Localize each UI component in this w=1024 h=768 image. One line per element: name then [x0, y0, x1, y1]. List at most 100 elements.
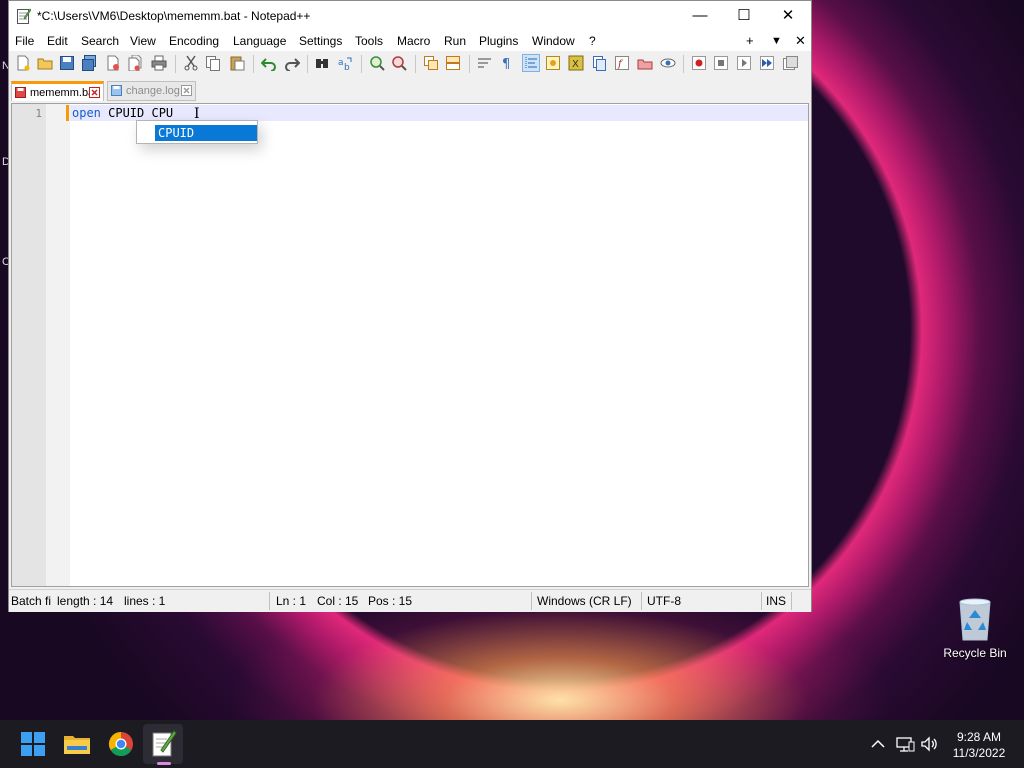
tab-close-icon[interactable]	[181, 85, 192, 96]
code-keyword: open	[72, 106, 101, 120]
menu-window[interactable]: Window	[532, 34, 575, 48]
svg-text:¶: ¶	[502, 57, 510, 71]
minimize-button[interactable]: —	[677, 1, 723, 31]
code-text: CPUID CPU	[100, 106, 181, 120]
recycle-bin-shortcut[interactable]: Recycle Bin	[940, 596, 1010, 666]
code-line[interactable]: open CPUID CPU	[72, 106, 180, 120]
sync-horizontal-icon[interactable]	[445, 55, 461, 71]
clock-date[interactable]: 11/3/2022	[944, 746, 1014, 760]
menu-tools[interactable]: Tools	[355, 34, 383, 48]
zoom-in-icon[interactable]	[369, 55, 385, 71]
status-file-type: Batch fi	[11, 594, 51, 608]
volume-speaker-icon[interactable]	[920, 734, 940, 754]
cut-icon[interactable]	[183, 55, 199, 71]
taskbar: 9:28 AM 11/3/2022	[0, 720, 1024, 768]
save-all-icon[interactable]	[81, 55, 97, 71]
title-bar[interactable]: *C:\Users\VM6\Desktop\mememm.bat - Notep…	[9, 1, 811, 31]
close-all-icon[interactable]	[127, 55, 143, 71]
indent-guide-icon[interactable]	[522, 54, 540, 72]
play-macro-icon[interactable]	[736, 55, 752, 71]
show-hidden-icons-chevron-icon[interactable]	[868, 734, 888, 754]
menu-macro[interactable]: Macro	[397, 34, 430, 48]
menu-view[interactable]: View	[130, 34, 156, 48]
stop-recording-icon[interactable]	[713, 55, 729, 71]
save-icon[interactable]	[59, 55, 75, 71]
tab-mememm-bat[interactable]: mememm.bat	[11, 81, 104, 101]
find-icon[interactable]	[314, 55, 330, 71]
autocomplete-item-cpuid[interactable]: CPUID	[155, 125, 257, 141]
tab-label: change.log	[126, 85, 180, 97]
status-lines: lines : 1	[124, 594, 166, 608]
recycle-bin-icon	[959, 598, 991, 641]
menu-settings[interactable]: Settings	[299, 34, 342, 48]
record-macro-icon[interactable]	[691, 55, 707, 71]
chrome-browser-icon[interactable]	[105, 728, 137, 760]
status-separator	[761, 592, 762, 610]
clock-time[interactable]: 9:28 AM	[944, 730, 1014, 744]
toolbar-separator	[683, 55, 684, 73]
document-map-icon[interactable]: X	[568, 55, 584, 71]
document-list-icon[interactable]	[591, 55, 607, 71]
undo-icon[interactable]	[261, 55, 277, 71]
status-separator	[531, 592, 532, 610]
close-document-icon[interactable]: ✕	[795, 33, 806, 49]
folder-as-workspace-icon[interactable]	[637, 55, 653, 71]
network-icon[interactable]	[895, 734, 915, 754]
line-number-gutter: 1	[12, 104, 46, 586]
toolbar-separator	[469, 55, 470, 73]
replace-icon[interactable]: ab	[337, 55, 353, 71]
toolbar: ab ¶ X f	[9, 51, 811, 77]
file-explorer-icon[interactable]	[61, 728, 93, 760]
function-list-icon[interactable]: f	[614, 55, 630, 71]
tab-change-log[interactable]: change.log	[107, 81, 196, 101]
close-button[interactable]: ✕	[765, 1, 811, 31]
show-all-characters-icon[interactable]: ¶	[499, 55, 515, 71]
menu-edit[interactable]: Edit	[47, 34, 68, 48]
user-defined-language-icon[interactable]	[545, 55, 561, 71]
tab-bar: mememm.bat change.log	[9, 79, 811, 101]
new-tab-plus-icon[interactable]: +	[746, 33, 754, 48]
toolbar-separator	[361, 55, 362, 73]
menu-file[interactable]: File	[15, 34, 34, 48]
toolbar-separator	[253, 55, 254, 73]
zoom-out-icon[interactable]	[391, 55, 407, 71]
run-macro-multiple-icon[interactable]	[759, 55, 775, 71]
close-file-icon[interactable]	[105, 55, 121, 71]
save-macro-icon[interactable]	[782, 55, 798, 71]
tab-close-icon[interactable]	[89, 87, 100, 98]
menu-language[interactable]: Language	[233, 34, 286, 48]
menu-plugins[interactable]: Plugins	[479, 34, 518, 48]
status-eol: Windows (CR LF)	[537, 594, 632, 608]
line-number: 1	[35, 107, 42, 120]
taskbar-running-indicator	[157, 762, 171, 765]
menu-help[interactable]: ?	[589, 34, 596, 48]
toolbar-separator	[175, 55, 176, 73]
copy-icon[interactable]	[205, 55, 221, 71]
paste-icon[interactable]	[229, 55, 245, 71]
menu-search[interactable]: Search	[81, 34, 119, 48]
tab-list-dropdown-icon[interactable]: ▼	[771, 35, 782, 47]
maximize-button[interactable]: ☐	[721, 1, 767, 31]
new-file-icon[interactable]	[15, 55, 31, 71]
recycle-bin-label: Recycle Bin	[943, 646, 1007, 660]
open-file-icon[interactable]	[37, 55, 53, 71]
file-icon	[111, 85, 122, 96]
notepadpp-window: *C:\Users\VM6\Desktop\mememm.bat - Notep…	[8, 0, 812, 612]
print-icon[interactable]	[151, 55, 167, 71]
menu-run[interactable]: Run	[444, 34, 466, 48]
autocomplete-popup: CPUID	[136, 120, 258, 144]
text-editor[interactable]: 1 open CPUID CPU I	[11, 103, 809, 587]
redo-icon[interactable]	[284, 55, 300, 71]
monitoring-eye-icon[interactable]	[660, 55, 676, 71]
window-title: *C:\Users\VM6\Desktop\mememm.bat - Notep…	[37, 9, 311, 23]
word-wrap-icon[interactable]	[477, 55, 493, 71]
fold-margin[interactable]	[46, 104, 70, 586]
status-separator	[641, 592, 642, 610]
svg-text:X: X	[572, 59, 579, 70]
status-length: length : 14	[57, 594, 114, 608]
menu-encoding[interactable]: Encoding	[169, 34, 219, 48]
sync-vertical-icon[interactable]	[423, 55, 439, 71]
start-button-windows-icon[interactable]	[17, 728, 49, 760]
status-position: Pos : 15	[368, 594, 413, 608]
notepadpp-taskbar-icon[interactable]	[147, 728, 179, 760]
